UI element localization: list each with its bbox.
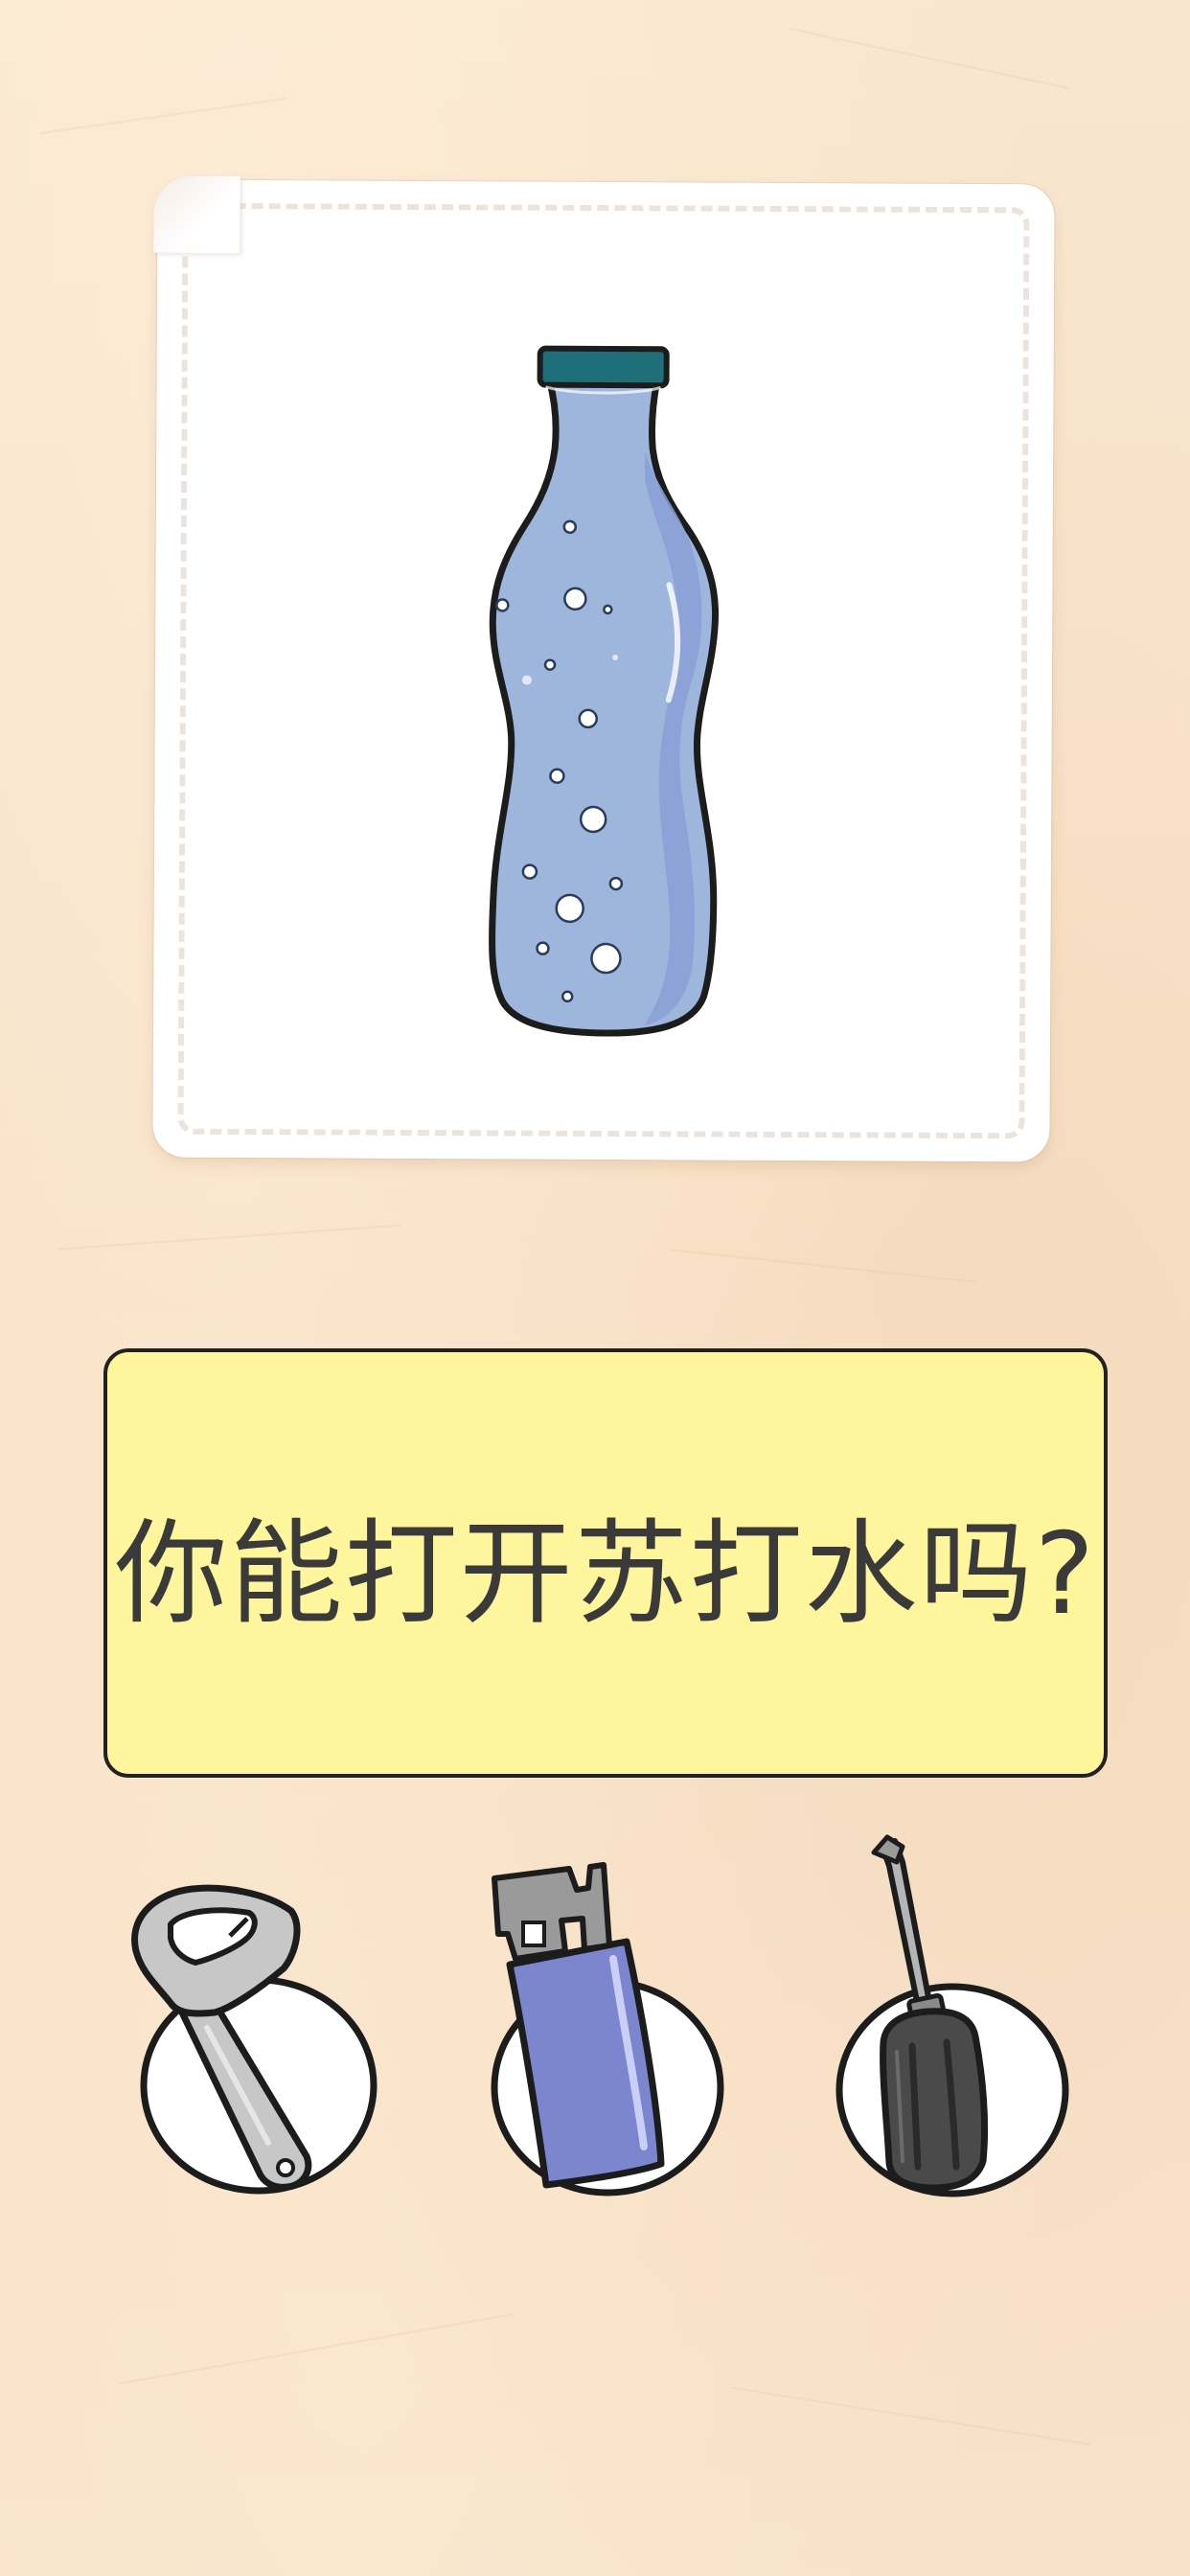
option-screwdriver[interactable] xyxy=(814,1826,1092,2204)
background-texture xyxy=(57,1224,402,1251)
question-panel: 你能打开苏打水吗? xyxy=(103,1348,1108,1778)
background-texture xyxy=(671,1249,977,1283)
game-scene: 你能打开苏打水吗? xyxy=(0,0,1190,2576)
background-texture xyxy=(730,2386,1090,2446)
card-folded-corner xyxy=(153,175,240,254)
background-texture xyxy=(789,27,1070,90)
item-card xyxy=(152,175,1055,1162)
option-bottle-opener[interactable] xyxy=(115,1869,402,2204)
soda-water-bottle-icon xyxy=(489,345,720,1037)
bottle-opener-icon xyxy=(131,1884,378,2195)
background-texture xyxy=(39,97,286,135)
option-lighter[interactable] xyxy=(469,1859,738,2204)
question-text: 你能打开苏打水吗? xyxy=(114,1506,1097,1640)
lighter-icon xyxy=(491,1862,724,2196)
screwdriver-icon xyxy=(835,1834,1069,2197)
background-texture xyxy=(118,2312,515,2385)
